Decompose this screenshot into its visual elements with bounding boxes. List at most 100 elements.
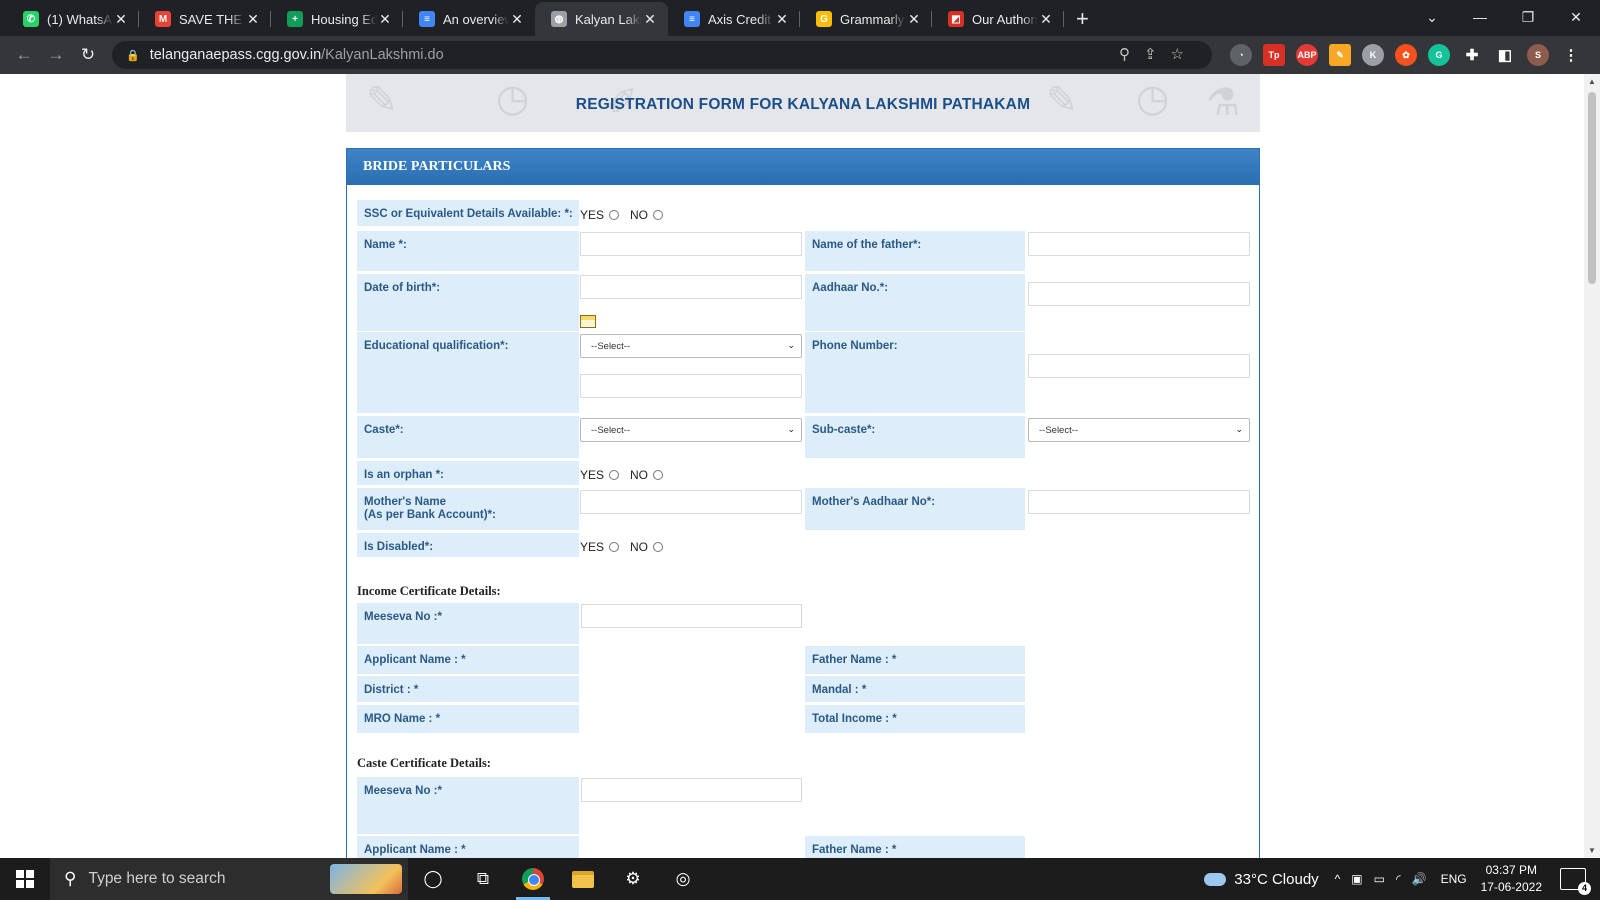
browser-tab[interactable]: G Grammarly ✕: [800, 2, 932, 36]
chrome-taskbar-icon[interactable]: [508, 858, 558, 900]
browser-tab[interactable]: + Housing Edu✕: [271, 2, 403, 36]
scroll-up-icon[interactable]: ▲: [1584, 77, 1600, 86]
settings-gear-icon[interactable]: ⚙: [608, 858, 658, 900]
taskbar-clock[interactable]: 03:37 PM 17-06-2022: [1481, 862, 1542, 896]
caste-meeseva-input[interactable]: [581, 778, 802, 802]
cortana-icon[interactable]: ◯: [408, 858, 458, 900]
weather-widget[interactable]: 33°C Cloudy: [1204, 871, 1319, 888]
gmail-icon: M: [155, 11, 171, 27]
close-tab-icon[interactable]: ✕: [245, 11, 261, 28]
calendar-icon[interactable]: [580, 315, 596, 328]
close-tab-icon[interactable]: ✕: [642, 11, 658, 28]
mother-name-label: Mother's Name (As per Bank Account)*:: [357, 488, 579, 530]
grammarly-extension-icon[interactable]: G: [1428, 44, 1450, 66]
restore-icon[interactable]: ❐: [1504, 9, 1552, 26]
disabled-yes-radio[interactable]: [609, 542, 620, 552]
tab-title: Housing Edu: [311, 11, 377, 27]
extension-dashboard-icon[interactable]: ◔: [1230, 44, 1252, 66]
forward-icon[interactable]: →: [40, 45, 72, 65]
scroll-down-icon[interactable]: ▼: [1584, 846, 1600, 855]
extensions-puzzle-icon[interactable]: ✚: [1461, 44, 1483, 66]
disabled-no-radio[interactable]: [653, 542, 664, 552]
father-name-input[interactable]: [1028, 232, 1250, 256]
orphan-label: Is an orphan *:: [357, 461, 579, 485]
education-other-input[interactable]: [580, 374, 802, 398]
mother-aadhaar-input[interactable]: [1028, 490, 1250, 514]
extension-tp-icon[interactable]: Tp: [1263, 44, 1285, 66]
subcaste-select[interactable]: --Select-- ⌄: [1028, 418, 1250, 442]
orphan-yes-radio[interactable]: [609, 470, 620, 480]
ssc-radio-group: YES NO: [580, 208, 669, 222]
phone-input[interactable]: [1028, 354, 1250, 378]
taskbar-search-box[interactable]: ⚲ Type here to search: [50, 858, 408, 900]
browser-tab[interactable]: ≡ Axis Credit ✕: [668, 2, 800, 36]
income-total-label: Total Income : *: [805, 705, 1025, 733]
windows-start-icon[interactable]: [0, 858, 50, 900]
ssc-no-radio[interactable]: [653, 210, 664, 220]
lock-icon[interactable]: 🔒: [126, 49, 140, 62]
orphan-yes-label: YES: [580, 468, 605, 482]
tab-search-icon[interactable]: ⌄: [1408, 9, 1456, 26]
zoom-icon[interactable]: ⚲: [1119, 45, 1130, 63]
address-bar[interactable]: 🔒 telanganaepass.cgg.gov.in/KalyanLakshm…: [112, 41, 1212, 69]
bookmark-star-icon[interactable]: ☆: [1171, 45, 1184, 63]
close-tab-icon[interactable]: ✕: [1038, 11, 1054, 28]
extension-orange-icon[interactable]: ✿: [1395, 44, 1417, 66]
income-meeseva-label: Meeseva No :*: [357, 603, 579, 644]
file-explorer-icon[interactable]: [558, 858, 608, 900]
new-tab-icon[interactable]: +: [1076, 2, 1089, 36]
chevron-up-icon[interactable]: ^: [1335, 872, 1341, 886]
tab-separator: [1063, 11, 1064, 27]
volume-icon[interactable]: 🔊: [1412, 872, 1427, 886]
share-icon[interactable]: ⇪: [1144, 45, 1157, 63]
aadhaar-input[interactable]: [1028, 282, 1250, 306]
profile-avatar[interactable]: S: [1527, 44, 1549, 66]
scrollbar-thumb[interactable]: [1588, 92, 1596, 284]
browser-tab[interactable]: ✆ (1) WhatsApp✕: [7, 2, 139, 36]
adblock-icon[interactable]: ABP: [1296, 44, 1318, 66]
close-tab-icon[interactable]: ✕: [509, 11, 525, 28]
close-window-icon[interactable]: ✕: [1552, 9, 1600, 26]
browser-tab-bar: ✆(1) WhatsApp✕MSAVE THE DATE✕+Housing Ed…: [0, 0, 1600, 36]
browser-tab[interactable]: ◩ Our Authors ✕: [932, 2, 1064, 36]
side-panel-icon[interactable]: ◧: [1494, 44, 1516, 66]
dob-input[interactable]: [580, 275, 802, 299]
orphan-radio-group: YES NO: [580, 468, 669, 482]
mother-name-input[interactable]: [580, 490, 802, 514]
extension-edit-icon[interactable]: ✎: [1329, 44, 1351, 66]
reload-icon[interactable]: ↻: [72, 45, 104, 65]
wifi-icon[interactable]: ◜: [1396, 872, 1401, 886]
education-select[interactable]: --Select-- ⌄: [580, 334, 802, 358]
page-scrollbar[interactable]: ▲ ▼: [1584, 74, 1600, 858]
minimize-icon[interactable]: —: [1456, 9, 1504, 25]
name-input[interactable]: [580, 232, 802, 256]
ssc-yes-radio[interactable]: [609, 210, 620, 220]
orphan-no-radio[interactable]: [653, 470, 664, 480]
close-tab-icon[interactable]: ✕: [377, 11, 393, 28]
caste-applicant-label: Applicant Name : *: [357, 836, 579, 858]
caste-father-label: Father Name : *: [805, 836, 1025, 858]
battery-icon[interactable]: ▭: [1374, 872, 1385, 886]
menu-kebab-icon[interactable]: ⋮: [1560, 44, 1582, 66]
close-tab-icon[interactable]: ✕: [113, 11, 129, 28]
income-meeseva-input[interactable]: [581, 604, 802, 628]
back-icon[interactable]: ←: [8, 45, 40, 65]
app-swirl-icon[interactable]: ◎: [658, 858, 708, 900]
extension-k-icon[interactable]: K: [1362, 44, 1384, 66]
notification-center-icon[interactable]: 4: [1560, 868, 1591, 895]
browser-tab[interactable]: ≡ An overview ✕: [403, 2, 535, 36]
close-tab-icon[interactable]: ✕: [774, 11, 790, 28]
task-view-icon[interactable]: ⧉: [458, 858, 508, 900]
cloud-icon: [1204, 872, 1227, 886]
google-icon: G: [816, 11, 832, 27]
close-tab-icon[interactable]: ✕: [906, 11, 922, 28]
language-indicator[interactable]: ENG: [1441, 872, 1467, 886]
browser-tab[interactable]: M SAVE THE DATE✕: [139, 2, 271, 36]
meet-now-icon[interactable]: ▣: [1351, 872, 1362, 886]
system-tray: 33°C Cloudy ^ ▣ ▭ ◜ 🔊 ENG 03:37 PM 17-06…: [1204, 858, 1600, 900]
chevron-down-icon: ⌄: [1235, 424, 1243, 434]
income-mandal-label: Mandal : *: [805, 676, 1025, 702]
chevron-down-icon: ⌄: [787, 340, 795, 350]
caste-select[interactable]: --Select-- ⌄: [580, 418, 802, 442]
browser-tab[interactable]: ◍ Kalyan Lakshmi✕: [535, 2, 668, 36]
